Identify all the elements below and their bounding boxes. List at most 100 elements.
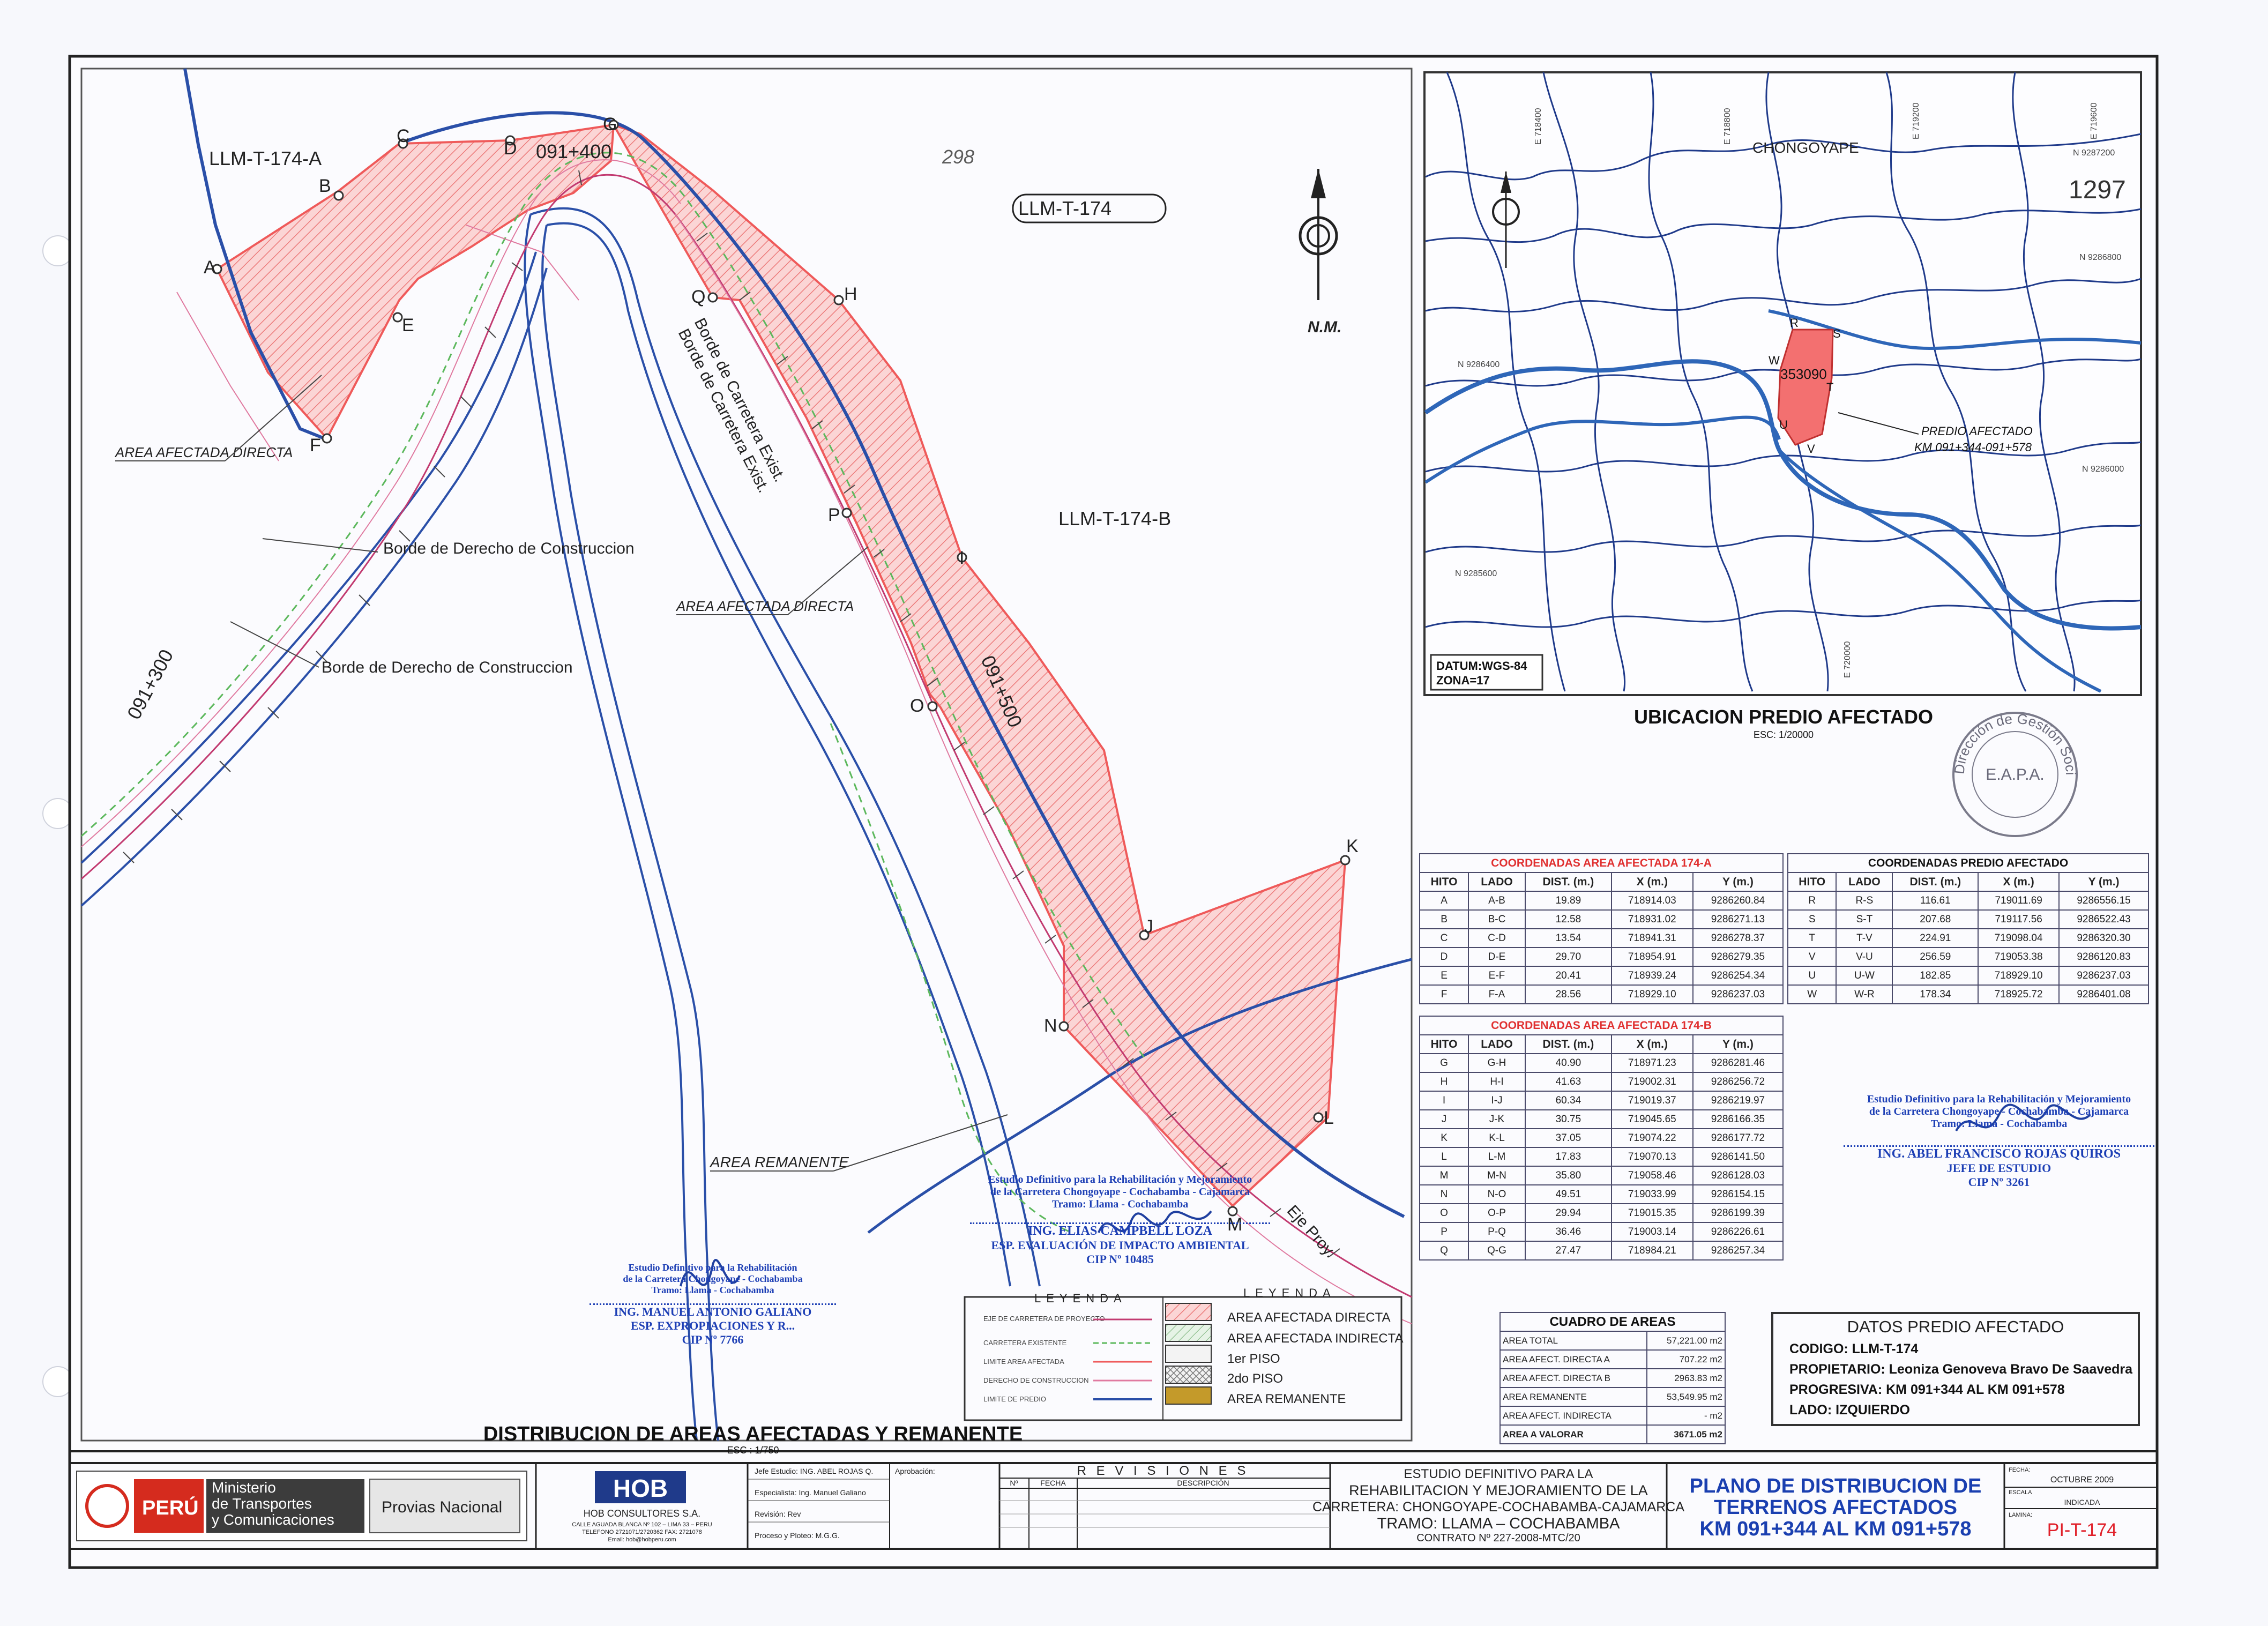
table-cell: 9286177.72 xyxy=(1692,1128,1784,1148)
table-cell: M xyxy=(1419,1166,1469,1185)
table-cell: F xyxy=(1419,984,1469,1004)
hito-p: P xyxy=(828,505,840,525)
table-cell: D-E xyxy=(1468,947,1526,967)
table-row: T T-V 224.91 719098.04 9286320.30 xyxy=(1787,928,2149,948)
table-cell: 30.75 xyxy=(1524,1109,1612,1129)
area-row: AREA AFECT. DIRECTA B 2963.83 m2 xyxy=(1499,1368,1726,1388)
table-cell: H-I xyxy=(1468,1072,1526,1092)
table-cell: 9286226.61 xyxy=(1692,1222,1784,1242)
table-row: C C-D 13.54 718941.31 9286278.37 xyxy=(1419,928,1784,948)
table-cell: 224.91 xyxy=(1892,928,1979,948)
table-cell: 19.89 xyxy=(1524,891,1612,911)
table-cell: 718914.03 xyxy=(1610,891,1693,911)
table-cell: 719074.22 xyxy=(1610,1128,1693,1148)
stamp-abel-role: JEFE DE ESTUDIO xyxy=(1946,1161,2051,1175)
stamp-manuel-cip: CIP Nº 7766 xyxy=(682,1333,744,1346)
main-scale: ESC : 1/750 xyxy=(727,1445,779,1456)
col-header: LADO xyxy=(1468,1034,1526,1054)
table-cell: 718941.31 xyxy=(1610,928,1693,948)
table-cell: K-L xyxy=(1468,1128,1526,1148)
svg-text:1297: 1297 xyxy=(2069,176,2126,204)
table-cell: 9286199.39 xyxy=(1692,1203,1784,1223)
table-cell: L-M xyxy=(1468,1147,1526,1167)
table-cell: 718925.72 xyxy=(1978,984,2060,1004)
svg-text:HOB: HOB xyxy=(613,1474,668,1502)
svg-text:ESCALA: ESCALA xyxy=(2009,1489,2032,1496)
svg-text:AREA AFECTADA INDIRECTA: AREA AFECTADA INDIRECTA xyxy=(1227,1331,1404,1346)
svg-text:Provias Nacional: Provias Nacional xyxy=(382,1498,502,1516)
stamp-manuel-line3: Tramo: Llama - Cochabamba xyxy=(651,1285,774,1295)
table-cell: 718954.91 xyxy=(1610,947,1693,967)
table-cell: 12.58 xyxy=(1524,909,1612,929)
lot-label: LLM-T-174 xyxy=(1018,197,1111,219)
table-cell: G-H xyxy=(1468,1053,1526,1073)
table-cell: 207.68 xyxy=(1892,909,1979,929)
table-cell: 719003.14 xyxy=(1610,1222,1693,1242)
svg-text:DATUM:WGS-84: DATUM:WGS-84 xyxy=(1436,659,1527,673)
svg-text:LIMITE AREA AFECTADA: LIMITE AREA AFECTADA xyxy=(983,1358,1064,1366)
svg-text:N 9286800: N 9286800 xyxy=(2079,253,2121,262)
main-title: DISTRIBUCION DE AREAS AFECTADAS Y REMANE… xyxy=(483,1423,1023,1445)
table-cell: 27.47 xyxy=(1524,1241,1612,1260)
table-cell: 9286256.72 xyxy=(1692,1072,1784,1092)
table-cell: R-S xyxy=(1836,891,1893,911)
table-cell: P xyxy=(1419,1222,1469,1242)
col-header: DIST. (m.) xyxy=(1892,872,1979,892)
stamp-abel-line1: Estudio Definitivo para la Rehabilitació… xyxy=(1867,1093,2131,1105)
table-cell: 29.70 xyxy=(1524,947,1612,967)
table-cell: W xyxy=(1787,984,1837,1004)
table-cell: B-C xyxy=(1468,909,1526,929)
table-cell: 49.51 xyxy=(1524,1184,1612,1204)
datos-predio-box: DATOS PREDIO AFECTADO CODIGO: LLM-T-174 … xyxy=(1771,1312,2140,1426)
table-cell: 29.94 xyxy=(1524,1203,1612,1223)
table-cell: 719002.31 xyxy=(1610,1072,1693,1092)
table-cell: 9286279.35 xyxy=(1692,947,1784,967)
col-header: Y (m.) xyxy=(2058,872,2149,892)
table-cell: 718931.02 xyxy=(1610,909,1693,929)
svg-text:Jefe Estudio: ING. ABEL ROJAS: Jefe Estudio: ING. ABEL ROJAS Q. xyxy=(755,1467,873,1475)
table-cell: A-B xyxy=(1468,891,1526,911)
table-cell: 718929.10 xyxy=(1978,966,2060,986)
area-b-label: LLM-T-174-B xyxy=(1058,508,1171,529)
table-cell: 178.34 xyxy=(1892,984,1979,1004)
stamp-manuel-role: ESP. EXPROPIACIONES Y R... xyxy=(630,1319,795,1332)
title-block: PERÚ Ministerio de Transportes y Comunic… xyxy=(69,1462,2158,1550)
table-cell: L xyxy=(1419,1147,1469,1167)
borde-derecho-label-2: Borde de Derecho de Construccion xyxy=(322,659,573,676)
table-cell: R xyxy=(1787,891,1837,911)
table-cell: 9286120.83 xyxy=(2058,947,2149,967)
table-cell: 9286257.34 xyxy=(1692,1241,1784,1260)
table-cell: 9286278.37 xyxy=(1692,928,1784,948)
table-cell: G xyxy=(1419,1053,1469,1073)
table-cell: T xyxy=(1787,928,1837,948)
svg-text:Ministerio: Ministerio xyxy=(212,1479,276,1496)
table-row: K K-L 37.05 719074.22 9286177.72 xyxy=(1419,1128,1784,1148)
stamp-elias-line3: Tramo: Llama - Cochabamba xyxy=(1051,1198,1189,1210)
svg-text:Aprobación:: Aprobación: xyxy=(895,1467,935,1475)
svg-text:R: R xyxy=(1790,316,1799,330)
table-cell: 719033.99 xyxy=(1610,1184,1693,1204)
table-cell: N xyxy=(1419,1184,1469,1204)
svg-text:PI-T-174: PI-T-174 xyxy=(2047,1520,2117,1540)
hito-o: O xyxy=(910,696,924,716)
table-cell: 36.46 xyxy=(1524,1222,1612,1242)
datos-codigo: CODIGO: LLM-T-174 xyxy=(1789,1341,1919,1356)
svg-text:OCTUBRE 2009: OCTUBRE 2009 xyxy=(2050,1475,2114,1485)
table-cell: C-D xyxy=(1468,928,1526,948)
stamp-elias-role: ESP. EVALUACIÓN DE IMPACTO AMBIENTAL xyxy=(991,1239,1249,1252)
svg-text:KM 091+344 AL KM 091+578: KM 091+344 AL KM 091+578 xyxy=(1700,1518,1972,1540)
table-cell: 20.41 xyxy=(1524,966,1612,986)
svg-text:N 9286000: N 9286000 xyxy=(2082,465,2124,474)
location-title: UBICACION PREDIO AFECTADO xyxy=(1634,706,1933,728)
table-cell: A xyxy=(1419,891,1469,911)
hito-e: E xyxy=(402,315,414,335)
svg-text:INDICADA: INDICADA xyxy=(2064,1498,2101,1506)
hito-l: L xyxy=(1324,1108,1334,1128)
svg-text:TERRENOS AFECTADOS: TERRENOS AFECTADOS xyxy=(1714,1496,1957,1519)
table-cell: 9286166.35 xyxy=(1692,1109,1784,1129)
table-cell: 37.05 xyxy=(1524,1128,1612,1148)
table-cell: 60.34 xyxy=(1524,1091,1612,1110)
svg-text:AREA REMANENTE: AREA REMANENTE xyxy=(1227,1392,1346,1406)
table-cell: 719053.38 xyxy=(1978,947,2060,967)
svg-text:E 718800: E 718800 xyxy=(1723,108,1732,145)
